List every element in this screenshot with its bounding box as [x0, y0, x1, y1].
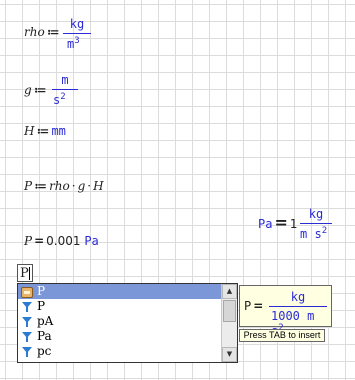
autocomplete-item[interactable]: pc: [18, 344, 221, 359]
fraction-bar: [63, 33, 91, 34]
unit-funnel-icon: [20, 331, 34, 343]
P-variable: P: [24, 179, 33, 193]
H-unit: mm: [51, 124, 66, 138]
unit-numerator: kg: [308, 207, 324, 221]
definition-preview: P= kg 1000 m s2: [239, 285, 332, 338]
rho-unit-fraction: kg m3: [63, 17, 91, 51]
input-text: P: [20, 266, 29, 281]
variable-icon: [20, 286, 34, 298]
H-ref: H: [93, 179, 104, 193]
autocomplete-item[interactable]: Pa: [18, 329, 221, 344]
autocomplete-item[interactable]: pA: [18, 314, 221, 329]
unit-funnel-icon: [20, 301, 34, 313]
P-unit: Pa: [84, 234, 99, 248]
define-operator: ≔: [33, 83, 47, 97]
g-unit-fraction: m s2: [52, 73, 78, 107]
unit-funnel-icon: [20, 346, 34, 358]
P-definition[interactable]: P ≔ rho · g · H: [24, 180, 104, 192]
scroll-thumb[interactable]: [223, 300, 236, 322]
g-definition[interactable]: g ≔: [24, 84, 49, 96]
define-operator: ≔: [34, 179, 48, 193]
equals-operator: =: [274, 213, 288, 232]
unit-numerator: kg: [69, 17, 85, 31]
equals-operator: =: [253, 299, 264, 313]
rho-definition[interactable]: rho ≔: [24, 26, 62, 38]
multiply-operator: ·: [71, 179, 76, 193]
text-caret: [29, 267, 30, 280]
preview-variable: P: [244, 299, 252, 313]
fraction-bar: [269, 306, 327, 307]
rho-variable: rho: [24, 25, 45, 39]
autocomplete-item-label: pc: [37, 344, 52, 358]
unit-exponent: 2: [321, 226, 328, 236]
fraction-bar: [52, 89, 78, 90]
P-evaluation[interactable]: P = 0.001 Pa: [24, 235, 99, 247]
autocomplete-list[interactable]: P P pA Pa pc ▲ ▼: [17, 283, 238, 363]
Pa-unit: Pa: [258, 217, 273, 231]
P-variable: P: [24, 234, 33, 248]
H-variable: H: [24, 124, 35, 138]
unit-exponent: 3: [74, 36, 80, 46]
list-scrollbar[interactable]: ▲ ▼: [221, 284, 237, 362]
equals-operator: =: [34, 234, 45, 248]
unit-denominator: m s: [300, 227, 322, 241]
autocomplete-item-label: P: [37, 299, 46, 313]
unit-numerator: m: [61, 73, 69, 87]
g-ref: g: [77, 179, 86, 193]
autocomplete-item-label: P: [37, 284, 46, 298]
autocomplete-item[interactable]: P: [18, 284, 221, 299]
Pa-evaluation[interactable]: Pa = 1: [258, 215, 298, 231]
preview-lhs: P =: [244, 300, 265, 312]
multiply-operator: ·: [87, 179, 92, 193]
g-variable: g: [24, 83, 32, 97]
Pa-unit-fraction: kg m s2: [300, 207, 332, 241]
math-input[interactable]: P: [17, 264, 33, 282]
define-operator: ≔: [46, 25, 60, 39]
preview-numerator: kg: [290, 290, 306, 304]
scroll-down-button[interactable]: ▼: [222, 347, 237, 362]
scroll-up-button[interactable]: ▲: [222, 284, 237, 299]
fraction-bar: [300, 223, 332, 224]
autocomplete-item-label: pA: [37, 314, 54, 328]
unit-exponent: 2: [60, 92, 66, 102]
H-definition[interactable]: H ≔ mm: [24, 125, 66, 137]
rho-ref: rho: [49, 179, 70, 193]
unit-funnel-icon: [20, 316, 34, 328]
insert-hint: Press TAB to insert: [239, 329, 325, 342]
autocomplete-item[interactable]: P: [18, 299, 221, 314]
Pa-value: 1: [289, 217, 298, 231]
define-operator: ≔: [36, 124, 50, 138]
P-value: 0.001: [46, 234, 81, 248]
autocomplete-item-label: Pa: [37, 329, 52, 343]
